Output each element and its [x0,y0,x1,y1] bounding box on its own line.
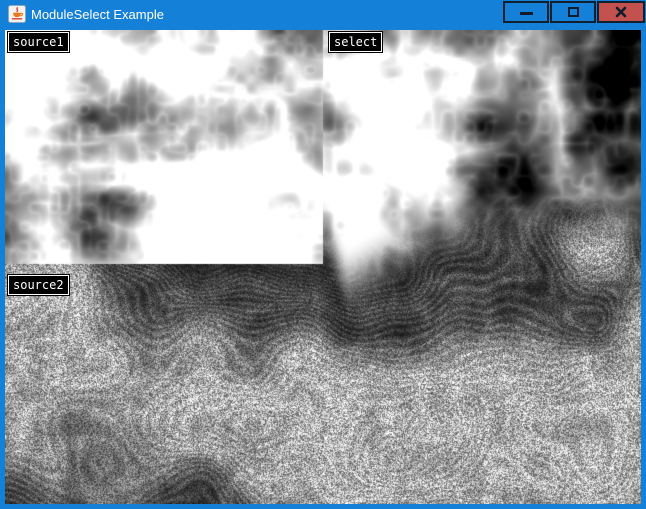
close-button[interactable] [597,1,645,23]
maximize-button[interactable] [550,1,596,23]
render-area: source1 select source2 [5,30,641,504]
minimize-button[interactable] [503,1,549,23]
maximize-icon [568,7,579,17]
close-icon [615,6,627,18]
java-app-icon [8,5,26,23]
noise-render-canvas [5,30,641,504]
label-select: select [329,32,382,52]
window-title: ModuleSelect Example [31,0,164,29]
window-controls [502,1,645,23]
label-source2: source2 [8,275,69,295]
minimize-icon [520,12,533,15]
label-source1: source1 [8,32,69,52]
titlebar[interactable]: ModuleSelect Example [0,0,646,30]
app-window: ModuleSelect Example source1 select sour… [0,0,646,509]
